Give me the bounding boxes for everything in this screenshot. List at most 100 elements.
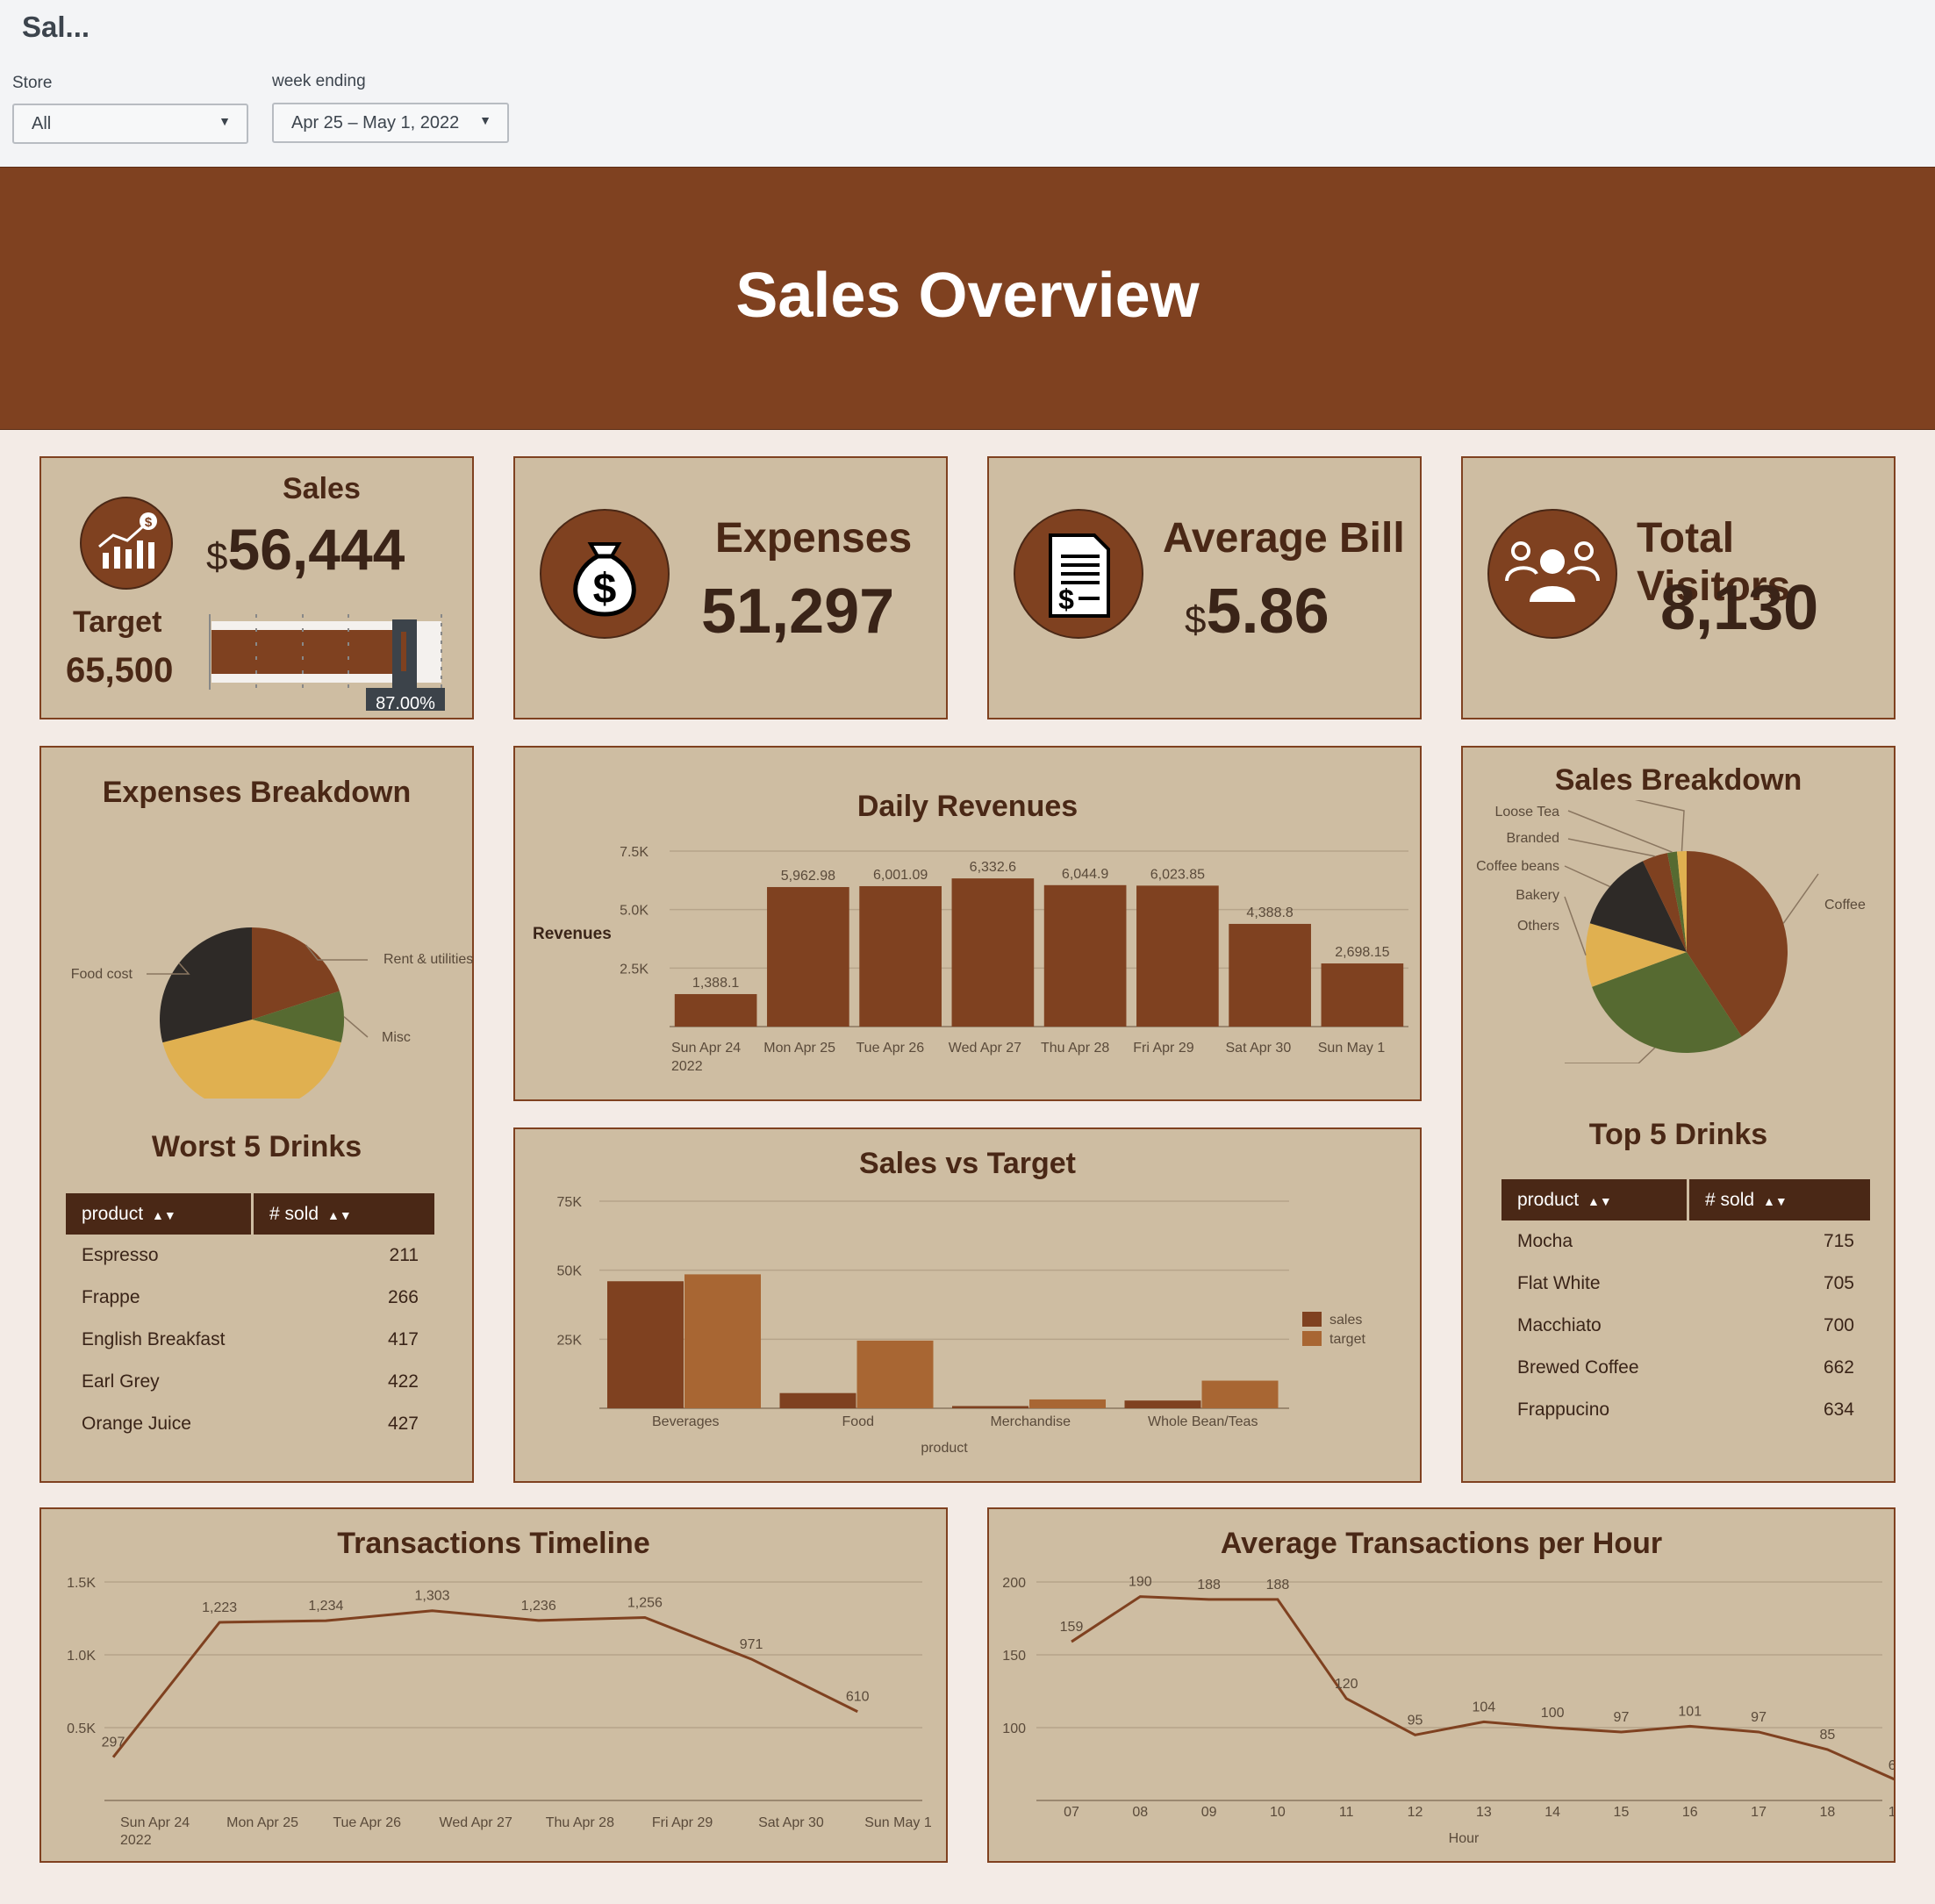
visitors-kpi-value: 8,130 xyxy=(1660,573,1819,643)
pie-leader-line xyxy=(1564,865,1610,888)
bar-value-label: 4,388.8 xyxy=(1246,905,1293,920)
avg-bill-kpi-card: $ Average Bill $5.86 xyxy=(987,456,1422,719)
chevron-down-icon: ▼ xyxy=(219,114,231,128)
svg-text:$: $ xyxy=(593,566,617,612)
pie-leader-line xyxy=(1567,838,1655,857)
app-title: Sal... xyxy=(22,11,90,43)
store-filter-label: Store xyxy=(12,74,53,92)
sales-kpi-title: Sales xyxy=(283,472,361,505)
sold-cell: 417 xyxy=(387,1329,419,1349)
legend-swatch xyxy=(1302,1312,1322,1327)
sort-icon: ▲▼ xyxy=(1763,1193,1788,1208)
target-bar xyxy=(1201,1380,1279,1408)
pie-label: Branded xyxy=(1507,831,1560,846)
sold-cell: 422 xyxy=(387,1371,419,1392)
x-tick-label: Fri Apr 29 xyxy=(1133,1041,1193,1056)
sales-pie-chart: CoffeeTeaOthersBakeryCoffee beansBranded… xyxy=(1476,800,1866,1063)
sort-icon: ▲▼ xyxy=(1587,1193,1612,1208)
x-tick-sublabel: 2022 xyxy=(671,1059,703,1074)
sales-breakdown-card: Sales Breakdown CoffeeTeaOthersBakeryCof… xyxy=(1461,746,1896,1483)
y-tick-label: 50K xyxy=(557,1264,583,1279)
sold-cell: 705 xyxy=(1823,1273,1854,1293)
point-value-label: 1,234 xyxy=(308,1599,343,1614)
sales-progress-fill xyxy=(211,630,408,674)
x-tick-label: 19 xyxy=(1888,1805,1894,1820)
y-tick-label: 25K xyxy=(557,1333,583,1348)
x-tick-label: Thu Apr 28 xyxy=(546,1815,614,1830)
sales-kpi-card: $ Sales $56,444 Target 65,500 87.00% xyxy=(39,456,474,719)
sales-chart-icon: $ xyxy=(80,497,173,590)
avg-per-hour-card: Average Transactions per Hour 100 150 200 1… xyxy=(987,1507,1896,1863)
sold-cell: 266 xyxy=(387,1287,419,1307)
x-tick-label: Sun Apr 24 xyxy=(120,1815,190,1830)
receipt-icon: $ xyxy=(1014,509,1143,639)
expenses-kpi-card: $ Expenses 51,297 xyxy=(513,456,948,719)
transactions-timeline-card: Transactions Timeline 0.5K 1.0K 1.5K 297 Sun… xyxy=(39,1507,948,1863)
worst-drinks-title: Worst 5 Drinks xyxy=(151,1130,362,1163)
table-row: Frappe 266 xyxy=(66,1277,434,1319)
point-value-label: 297 xyxy=(102,1736,125,1750)
y-tick-label: 1.0K xyxy=(67,1649,96,1664)
store-select[interactable]: All ▼ xyxy=(12,104,248,144)
point-value-label: 188 xyxy=(1197,1578,1221,1593)
bar-value-label: 5,962.98 xyxy=(781,869,835,884)
expenses-breakdown-title: Expenses Breakdown xyxy=(102,776,412,809)
y-tick-label: 7.5K xyxy=(620,845,649,860)
sold-column-header[interactable]: # sold ▲▼ xyxy=(252,1193,434,1235)
sold-cell: 700 xyxy=(1823,1315,1854,1335)
sold-column-header[interactable]: # sold ▲▼ xyxy=(1688,1179,1870,1220)
table-row: Orange Juice 427 xyxy=(66,1403,434,1445)
point-value-label: 1,256 xyxy=(627,1596,663,1611)
x-tick-label: 11 xyxy=(1339,1805,1354,1820)
week-select-value: Apr 25 – May 1, 2022 xyxy=(291,113,460,132)
progress-percent-label: 87.00% xyxy=(376,694,435,711)
bar-value-label: 6,001.09 xyxy=(873,868,928,883)
sold-cell: 715 xyxy=(1823,1231,1854,1251)
revenue-bar xyxy=(674,993,757,1027)
sales-progress-gauge: 87.00% xyxy=(209,614,445,711)
table-row: Mocha 715 xyxy=(1501,1220,1870,1263)
pie-label: Misc xyxy=(382,1030,411,1045)
revenue-bar xyxy=(1321,963,1404,1027)
point-value-label: 1,303 xyxy=(415,1589,450,1604)
pie-leader-line xyxy=(305,944,368,961)
sold-cell: 634 xyxy=(1823,1399,1854,1420)
point-value-label: 610 xyxy=(846,1690,870,1705)
expenses-kpi-title: Expenses xyxy=(715,515,913,562)
x-tick-label: 18 xyxy=(1819,1805,1835,1820)
product-cell: Orange Juice xyxy=(82,1414,191,1434)
y-tick-label: 100 xyxy=(1002,1721,1026,1736)
product-column-header[interactable]: product ▲▼ xyxy=(66,1193,254,1235)
product-column-header[interactable]: product ▲▼ xyxy=(1501,1179,1689,1220)
x-tick-label: 08 xyxy=(1132,1805,1148,1820)
table-row: Espresso 211 xyxy=(66,1235,434,1277)
product-cell: Brewed Coffee xyxy=(1517,1357,1639,1378)
sales-vs-target-chart: 25K 50K 75K Beverages Food Merchandise Whole B… xyxy=(557,1195,1366,1456)
avg-bill-kpi-value: $5.86 xyxy=(1185,576,1329,648)
page-title: Sales Overview xyxy=(735,261,1200,331)
week-select[interactable]: Apr 25 – May 1, 2022 ▼ xyxy=(272,103,509,143)
series-line xyxy=(111,1609,858,1758)
revenue-bar xyxy=(767,886,849,1027)
target-bar xyxy=(684,1274,761,1408)
point-value-label: 188 xyxy=(1266,1578,1290,1593)
product-cell: Frappe xyxy=(82,1287,140,1307)
sales-bar xyxy=(779,1392,856,1408)
x-tick-label: Sun May 1 xyxy=(1318,1041,1386,1056)
x-tick-label: Thu Apr 28 xyxy=(1041,1041,1109,1056)
x-tick-label: 14 xyxy=(1544,1805,1560,1820)
x-tick-label: Wed Apr 27 xyxy=(949,1041,1021,1056)
revenue-bar xyxy=(1043,884,1127,1027)
table-row: Macchiato 700 xyxy=(1501,1305,1870,1347)
x-tick-label: Sat Apr 30 xyxy=(1226,1041,1292,1056)
point-value-label: 159 xyxy=(1060,1620,1084,1635)
point-value-label: 120 xyxy=(1335,1677,1358,1692)
sold-cell: 662 xyxy=(1823,1357,1854,1378)
sales-bar xyxy=(952,1406,1028,1408)
y-tick-label: 200 xyxy=(1002,1576,1026,1591)
pie-leader-line xyxy=(1634,800,1685,852)
sales-kpi-value: $56,444 xyxy=(206,516,405,583)
visitors-kpi-card: Total Visitors 8,130 xyxy=(1461,456,1896,719)
table-row: Flat White 705 xyxy=(1501,1263,1870,1305)
filter-bar: Sal... Store All ▼ week ending Apr 25 – … xyxy=(0,0,1935,167)
